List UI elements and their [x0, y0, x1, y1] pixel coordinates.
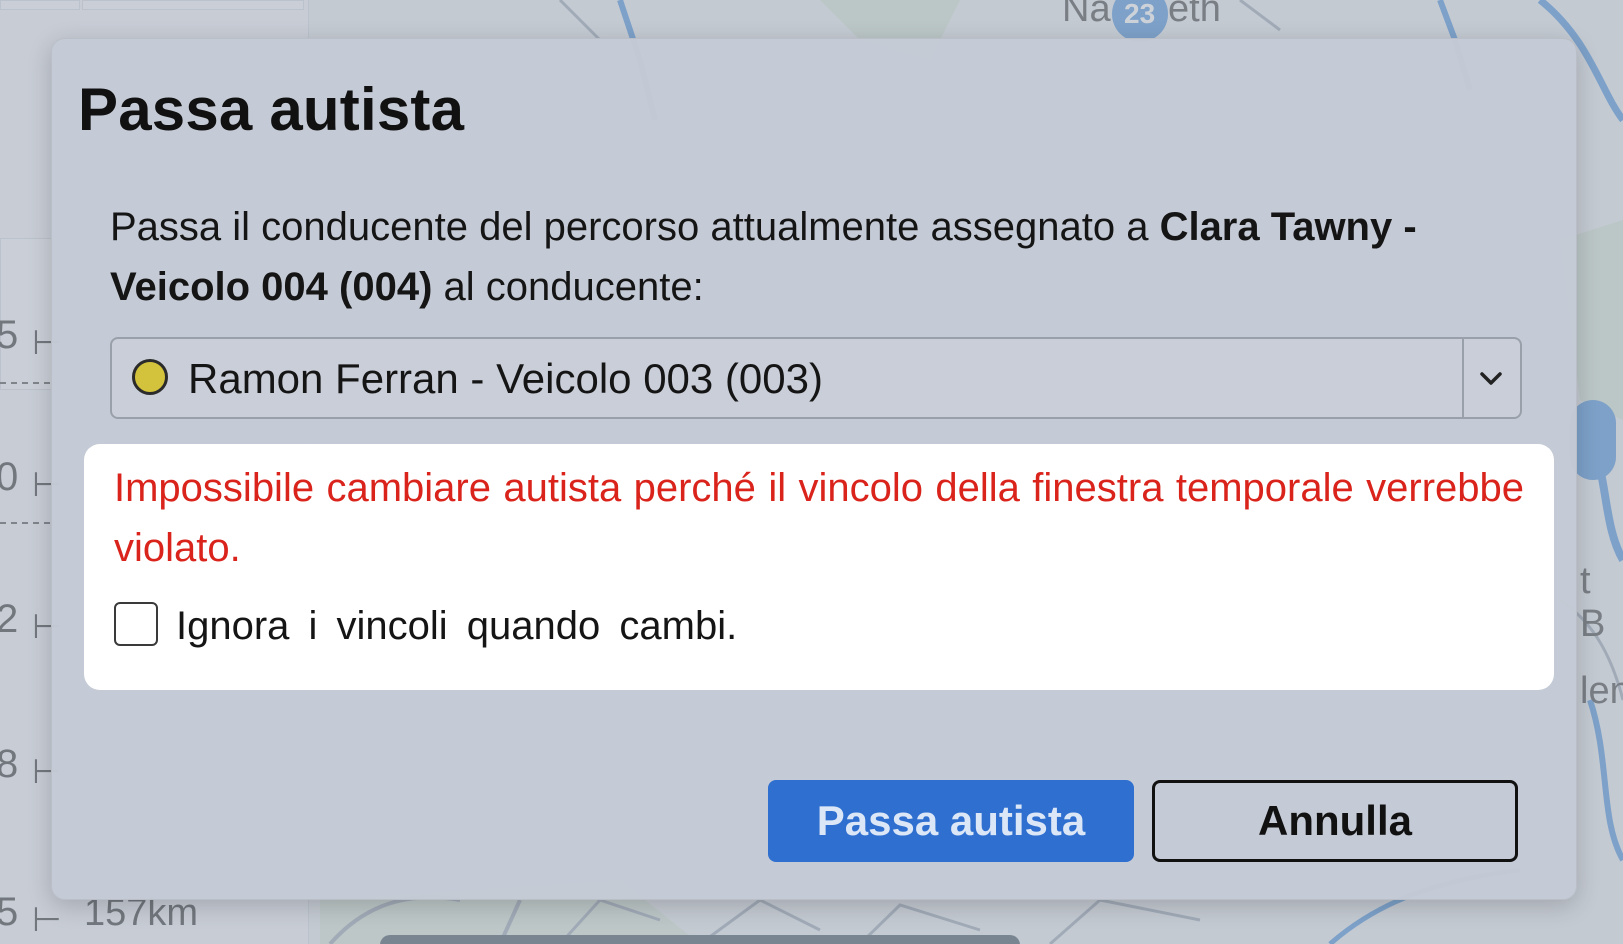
error-message: Impossibile cambiare autista perché il v…: [114, 466, 1524, 570]
dialog-title: Passa autista: [78, 76, 465, 143]
description-prefix: Passa il conducente del percorso attualm…: [110, 205, 1149, 249]
dialog-description: Passa il conducente del percorso attualm…: [110, 197, 1510, 317]
switch-driver-button[interactable]: Passa autista: [768, 780, 1134, 862]
select-divider: [1462, 339, 1464, 417]
driver-status-dot: [132, 359, 168, 395]
description-suffix: al conducente:: [443, 265, 704, 309]
cancel-button[interactable]: Annulla: [1152, 780, 1518, 862]
ignore-constraints-label[interactable]: Ignora i vincoli quando cambi.: [176, 604, 737, 649]
ignore-constraints-checkbox[interactable]: [114, 602, 158, 646]
chevron-down-icon[interactable]: [1476, 363, 1506, 393]
screen: Na eth t B len 23 5 ⊢ 0 ⊢ 2 ⊢ 8 ⊢ 5 ⊢: [0, 0, 1623, 944]
driver-select[interactable]: Ramon Ferran - Veicolo 003 (003): [110, 337, 1522, 419]
switch-driver-dialog: Passa autista Passa il conducente del pe…: [51, 38, 1577, 900]
error-panel: Impossibile cambiare autista perché il v…: [84, 444, 1554, 690]
driver-select-value: Ramon Ferran - Veicolo 003 (003): [188, 355, 823, 402]
